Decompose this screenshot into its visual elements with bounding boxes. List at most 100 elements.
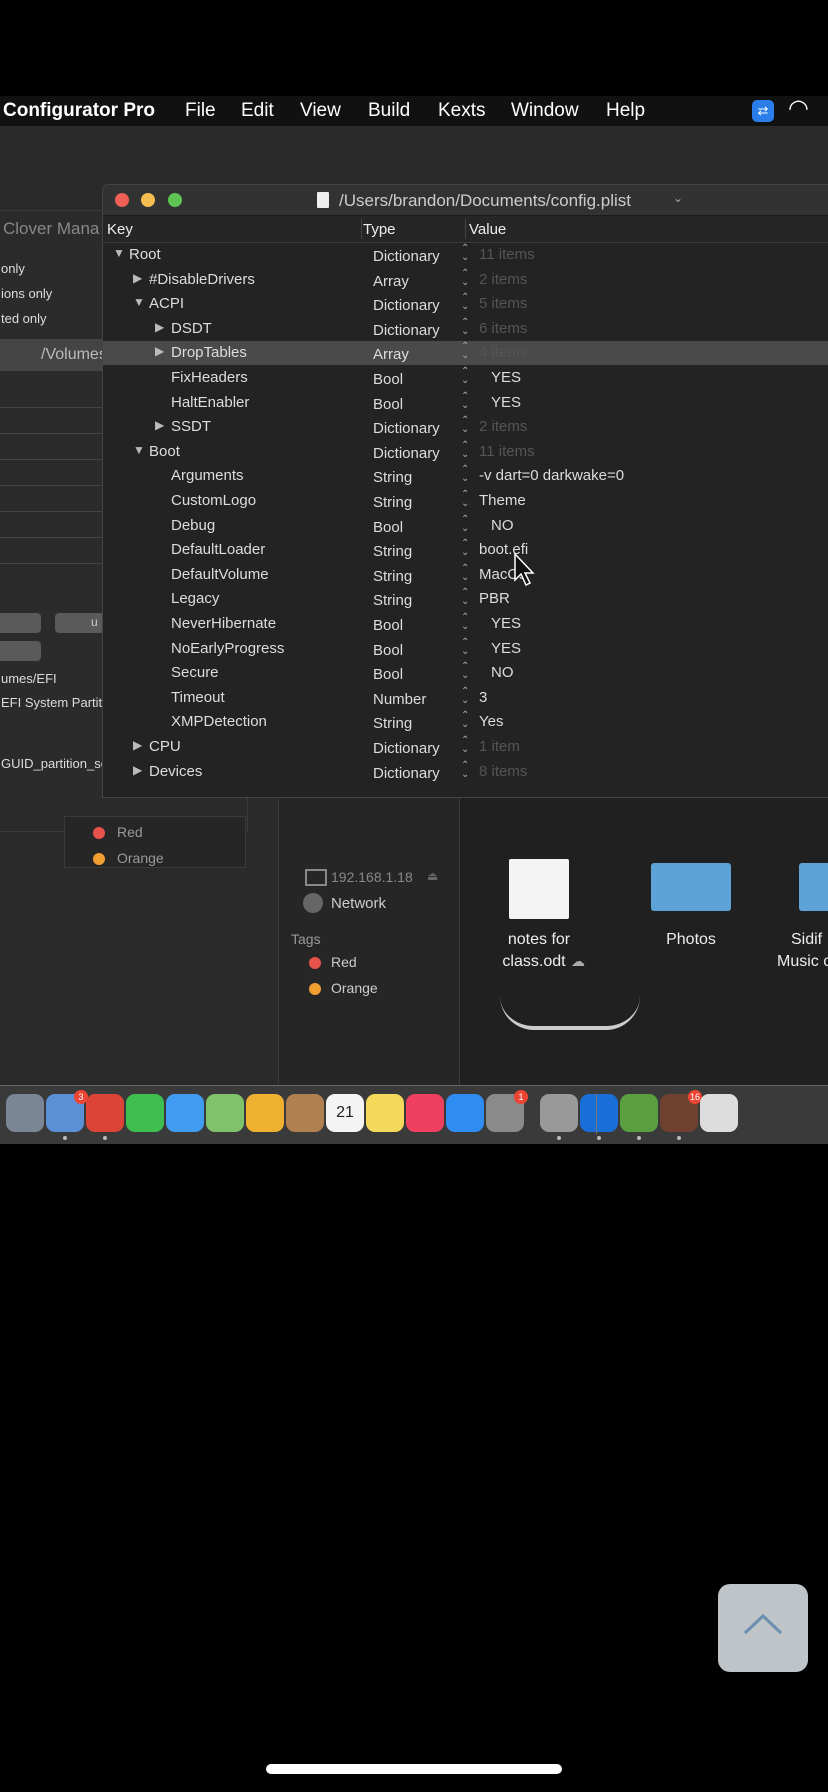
row-type[interactable]: Dictionary xyxy=(373,297,440,314)
type-stepper-icon[interactable]: ⌃ ⌄ xyxy=(461,539,469,558)
row-type[interactable]: Bool xyxy=(373,396,403,413)
plist-row[interactable]: NeverHibernate Bool ⌃ ⌄ YES xyxy=(103,612,828,636)
disclosure-closed-icon[interactable]: ▶ xyxy=(155,344,169,358)
file-label[interactable]: Sidif xyxy=(791,931,822,949)
menu-help[interactable]: Help xyxy=(606,100,645,122)
type-stepper-icon[interactable]: ⌃ ⌄ xyxy=(461,268,469,287)
music-icon[interactable] xyxy=(406,1094,444,1132)
file-label[interactable]: Photos xyxy=(621,931,761,949)
row-type[interactable]: String xyxy=(373,494,412,511)
facetime-icon[interactable] xyxy=(126,1094,164,1132)
plist-row[interactable]: DefaultLoader String ⌃ ⌄ boot.efi xyxy=(103,538,828,562)
column-value[interactable]: Value xyxy=(469,221,506,238)
disk-utility-icon[interactable] xyxy=(540,1094,578,1132)
teamviewer-menu-icon[interactable]: ⇄ xyxy=(752,100,774,122)
row-key[interactable]: Debug xyxy=(171,517,215,534)
disclosure-closed-icon[interactable]: ▶ xyxy=(133,763,147,777)
row-value[interactable]: YES xyxy=(491,394,521,411)
row-value[interactable]: YES xyxy=(491,640,521,657)
row-value[interactable]: 2 items xyxy=(479,418,527,435)
row-type[interactable]: Bool xyxy=(373,371,403,388)
type-stepper-icon[interactable]: ⌃ ⌄ xyxy=(461,563,469,582)
teamviewer-icon[interactable] xyxy=(580,1094,618,1132)
disclosure-open-icon[interactable]: ▼ xyxy=(133,443,147,457)
wifi-icon[interactable]: ◠ xyxy=(788,94,809,123)
plist-row[interactable]: Timeout Number ⌃ ⌄ 3 xyxy=(103,686,828,710)
type-stepper-icon[interactable]: ⌃ ⌄ xyxy=(461,736,469,755)
row-value[interactable]: 6 items xyxy=(479,320,527,337)
row-type[interactable]: Dictionary xyxy=(373,765,440,782)
plist-row[interactable]: ▶ DSDT Dictionary ⌃ ⌄ 6 items xyxy=(103,317,828,341)
row-type[interactable]: String xyxy=(373,592,412,609)
row-value[interactable]: 11 items xyxy=(479,443,535,460)
type-stepper-icon[interactable]: ⌃ ⌄ xyxy=(461,588,469,607)
action-button[interactable] xyxy=(0,613,41,633)
folder-icon[interactable] xyxy=(799,863,828,911)
minimize-button[interactable] xyxy=(141,193,155,207)
plist-row[interactable]: HaltEnabler Bool ⌃ ⌄ YES xyxy=(103,391,828,415)
row-type[interactable]: Number xyxy=(373,691,426,708)
type-stepper-icon[interactable]: ⌃ ⌄ xyxy=(461,440,469,459)
menu-kexts[interactable]: Kexts xyxy=(438,100,486,122)
row-key[interactable]: HaltEnabler xyxy=(171,394,249,411)
row-type[interactable]: Array xyxy=(373,346,409,363)
row-value[interactable]: 5 items xyxy=(479,295,527,312)
row-type[interactable]: Dictionary xyxy=(373,248,440,265)
photos-icon[interactable] xyxy=(246,1094,284,1132)
plist-row[interactable]: NoEarlyProgress Bool ⌃ ⌄ YES xyxy=(103,637,828,661)
row-key[interactable]: NeverHibernate xyxy=(171,615,276,632)
calendar-icon[interactable]: 21 xyxy=(326,1094,364,1132)
file-label[interactable]: Music c xyxy=(777,953,828,971)
row-key[interactable]: FixHeaders xyxy=(171,369,248,386)
row-value[interactable]: -v dart=0 darkwake=0 xyxy=(479,467,624,484)
row-key[interactable]: DefaultVolume xyxy=(171,566,269,583)
menu-view[interactable]: View xyxy=(300,100,341,122)
plist-row[interactable]: ▶ #DisableDrivers Array ⌃ ⌄ 2 items xyxy=(103,268,828,292)
disclosure-open-icon[interactable]: ▼ xyxy=(133,295,147,309)
row-value[interactable]: PBR xyxy=(479,590,510,607)
row-value[interactable]: Yes xyxy=(479,713,503,730)
plist-row[interactable]: DefaultVolume String ⌃ ⌄ MacOs xyxy=(103,563,828,587)
row-key[interactable]: Arguments xyxy=(171,467,244,484)
crosshair-icon[interactable]: 16 xyxy=(660,1090,702,1132)
row-value[interactable]: Theme xyxy=(479,492,526,509)
row-type[interactable]: String xyxy=(373,715,412,732)
file-document-icon[interactable] xyxy=(509,859,569,919)
clover-icon[interactable] xyxy=(620,1094,658,1132)
type-stepper-icon[interactable]: ⌃ ⌄ xyxy=(461,613,469,632)
notes-icon[interactable] xyxy=(366,1094,404,1132)
folder-icon[interactable] xyxy=(651,863,731,911)
sidebar-tag-red[interactable]: Red xyxy=(331,954,357,970)
type-stepper-icon[interactable]: ⌃ ⌄ xyxy=(461,514,469,533)
type-stepper-icon[interactable]: ⌃ ⌄ xyxy=(461,490,469,509)
row-type[interactable]: Dictionary xyxy=(373,740,440,757)
type-stepper-icon[interactable]: ⌃ ⌄ xyxy=(461,391,469,410)
type-stepper-icon[interactable]: ⌃ ⌄ xyxy=(461,760,469,779)
plist-row[interactable]: Debug Bool ⌃ ⌄ NO xyxy=(103,514,828,538)
type-stepper-icon[interactable]: ⌃ ⌄ xyxy=(461,367,469,386)
row-value[interactable]: 2 items xyxy=(479,271,527,288)
row-type[interactable]: Dictionary xyxy=(373,420,440,437)
row-type[interactable]: String xyxy=(373,568,412,585)
plist-row[interactable]: ▶ DropTables Array ⌃ ⌄ 4 items xyxy=(103,341,828,366)
eject-icon[interactable]: ⏏ xyxy=(427,869,438,883)
plist-row[interactable]: ▼ Boot Dictionary ⌃ ⌄ 11 items xyxy=(103,440,828,464)
row-type[interactable]: Bool xyxy=(373,617,403,634)
row-type[interactable]: Bool xyxy=(373,519,403,536)
file-label[interactable]: notes for xyxy=(469,931,609,949)
tag-red-label[interactable]: Red xyxy=(117,824,143,840)
menu-file[interactable]: File xyxy=(185,100,216,122)
type-stepper-icon[interactable]: ⌃ ⌄ xyxy=(461,416,469,435)
row-type[interactable]: String xyxy=(373,469,412,486)
sidebar-item-network[interactable]: Network xyxy=(331,895,386,912)
row-key[interactable]: SSDT xyxy=(171,418,211,435)
row-value[interactable]: 11 items xyxy=(479,246,535,263)
type-stepper-icon[interactable]: ⌃ ⌄ xyxy=(461,637,469,656)
plist-row[interactable]: ▶ SSDT Dictionary ⌃ ⌄ 2 items xyxy=(103,415,828,439)
row-key[interactable]: Devices xyxy=(149,763,202,780)
row-key[interactable]: DropTables xyxy=(171,344,247,361)
row-key[interactable]: Secure xyxy=(171,664,219,681)
row-key[interactable]: Legacy xyxy=(171,590,219,607)
row-type[interactable]: Bool xyxy=(373,666,403,683)
row-key[interactable]: Boot xyxy=(149,443,180,460)
